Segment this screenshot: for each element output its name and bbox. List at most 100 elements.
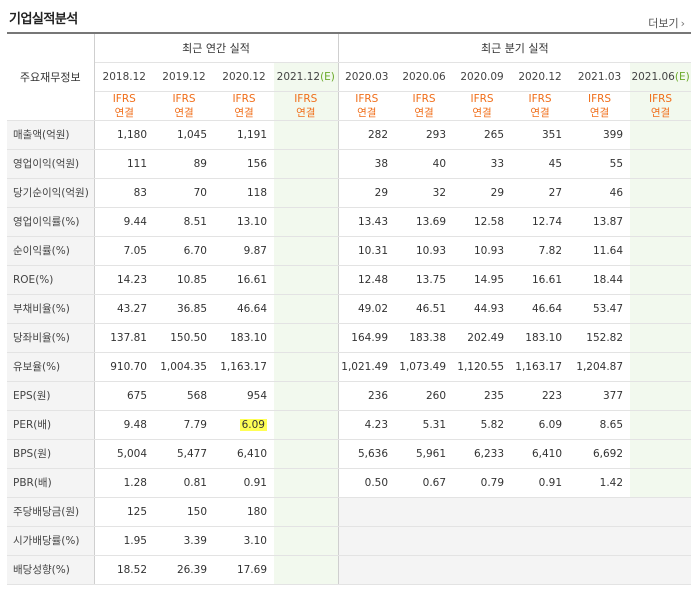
quarter-cell: 0.91 <box>511 468 570 498</box>
table-row: 영업이익(억원) 111 89 156 38 40 33 45 55 <box>7 149 692 179</box>
annual-cell: 6.70 <box>154 236 214 266</box>
annual-cell <box>274 439 339 469</box>
annual-cell: 675 <box>94 381 154 411</box>
quarter-cell: 29 <box>453 178 512 208</box>
accounting-standard: IFRS 연결 <box>511 91 570 121</box>
accounting-standard: IFRS 연결 <box>630 91 692 121</box>
quarter-cell <box>511 526 570 556</box>
quarter-cell: 12.74 <box>511 207 570 237</box>
quarter-cell: 33 <box>453 149 512 179</box>
row-label: ROE(%) <box>7 265 95 295</box>
section-title: 기업실적분석 <box>9 12 78 27</box>
table-row: 당기순이익(억원) 83 70 118 29 32 29 27 46 <box>7 178 692 208</box>
quarter-cell: 6,410 <box>511 439 570 469</box>
quarter-cell <box>630 555 692 585</box>
quarter-cell <box>630 410 692 440</box>
accounting-standard: IFRS 연결 <box>569 91 631 121</box>
quarter-cell: 235 <box>453 381 512 411</box>
table-row: 부채비율(%) 43.27 36.85 46.64 49.02 46.51 44.93 46.… <box>7 294 692 324</box>
annual-cell <box>274 555 339 585</box>
quarter-cell <box>338 497 396 527</box>
period-header: 2021.12(E) <box>274 62 339 92</box>
table-row: ROE(%) 14.23 10.85 16.61 12.48 13.75 14.95 16.6… <box>7 265 692 295</box>
annual-cell: 70 <box>154 178 214 208</box>
standard-type: IFRS <box>587 92 612 105</box>
more-link[interactable]: 더보기 › <box>648 15 685 31</box>
annual-cell: 6,410 <box>214 439 274 469</box>
table-row: 주당배당금(원) 125 150 180 <box>7 497 692 527</box>
period-label: 2020.12 <box>518 70 562 83</box>
quarter-cell: 53.47 <box>569 294 631 324</box>
quarter-cell <box>395 526 454 556</box>
annual-cell: 8.51 <box>154 207 214 237</box>
quarter-cell: 49.02 <box>338 294 396 324</box>
accounting-standard: IFRS 연결 <box>453 91 512 121</box>
annual-cell <box>274 178 339 208</box>
quarter-cell: 27 <box>511 178 570 208</box>
row-label: 당기순이익(억원) <box>7 178 95 208</box>
quarter-group-header: 최근 분기 실적 <box>338 32 692 63</box>
financial-table: 주요재무정보 최근 연간 실적 최근 분기 실적 2018.12 2019.12 2… <box>7 32 692 585</box>
quarter-cell: 32 <box>395 178 454 208</box>
annual-cell: 137.81 <box>94 323 154 353</box>
annual-cell: 7.05 <box>94 236 154 266</box>
annual-cell <box>274 497 339 527</box>
quarter-cell <box>453 497 512 527</box>
quarter-cell <box>630 294 692 324</box>
quarter-cell <box>569 526 631 556</box>
standard-type: IFRS <box>172 92 196 105</box>
table-row: 시가배당률(%) 1.95 3.39 3.10 <box>7 526 692 556</box>
period-label: 2021.06 <box>631 70 675 83</box>
standard-scope: 연결 <box>472 106 492 119</box>
quarter-cell: 236 <box>338 381 396 411</box>
period-header: 2021.06(E) <box>630 62 692 92</box>
annual-cell <box>274 236 339 266</box>
quarter-cell: 183.10 <box>511 323 570 353</box>
table-row: 순이익률(%) 7.05 6.70 9.87 10.31 10.93 10.93 7.82 11… <box>7 236 692 266</box>
standard-type: IFRS <box>112 92 136 105</box>
standard-type: IFRS <box>528 92 552 105</box>
annual-cell: 1.95 <box>94 526 154 556</box>
period-label: 2020.03 <box>345 70 389 83</box>
annual-cell <box>274 352 339 382</box>
table-row: 배당성향(%) 18.52 26.39 17.69 <box>7 555 692 585</box>
standard-scope: 연결 <box>589 106 610 119</box>
standard-type: IFRS <box>355 92 379 105</box>
quarter-cell: 10.31 <box>338 236 396 266</box>
quarter-cell <box>395 555 454 585</box>
table-row: 영업이익률(%) 9.44 8.51 13.10 13.43 13.69 12.58 12.7… <box>7 207 692 237</box>
table-row: BPS(원) 5,004 5,477 6,410 5,636 5,961 6,233 6,41… <box>7 439 692 469</box>
quarter-cell: 44.93 <box>453 294 512 324</box>
annual-group-header: 최근 연간 실적 <box>94 32 339 63</box>
quarter-cell: 1,163.17 <box>511 352 570 382</box>
period-label: 2020.06 <box>402 70 446 83</box>
annual-cell <box>274 468 339 498</box>
quarter-cell: 38 <box>338 149 396 179</box>
quarter-cell: 1,021.49 <box>338 352 396 382</box>
quarter-cell: 6.09 <box>511 410 570 440</box>
annual-cell: 5,004 <box>94 439 154 469</box>
quarter-cell: 351 <box>511 120 570 150</box>
quarter-cell <box>569 497 631 527</box>
standard-scope: 연결 <box>650 106 671 119</box>
quarter-cell <box>630 178 692 208</box>
table-row: EPS(원) 675 568 954 236 260 235 223 377 <box>7 381 692 411</box>
annual-cell: 125 <box>94 497 154 527</box>
annual-cell: 568 <box>154 381 214 411</box>
annual-cell <box>274 381 339 411</box>
quarter-cell: 18.44 <box>569 265 631 295</box>
annual-cell <box>274 410 339 440</box>
row-label: 순이익률(%) <box>7 236 95 266</box>
annual-cell: 14.23 <box>94 265 154 295</box>
quarter-cell: 45 <box>511 149 570 179</box>
quarter-cell: 260 <box>395 381 454 411</box>
quarter-cell: 0.50 <box>338 468 396 498</box>
quarter-cell: 5.82 <box>453 410 512 440</box>
period-header: 2021.03 <box>569 62 631 92</box>
quarter-cell: 14.95 <box>453 265 512 295</box>
quarter-cell <box>569 555 631 585</box>
standard-type: IFRS <box>294 92 318 105</box>
annual-cell: 3.10 <box>214 526 274 556</box>
period-label: 2021.12 <box>276 70 321 83</box>
quarter-cell: 5,961 <box>395 439 454 469</box>
